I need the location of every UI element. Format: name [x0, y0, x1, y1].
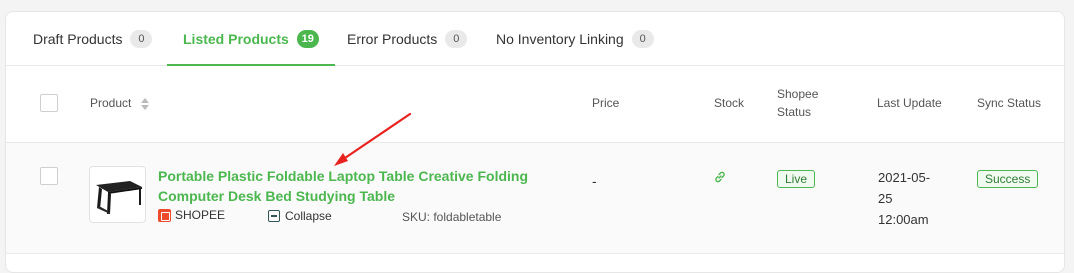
product-price: -	[592, 173, 597, 189]
collapse-label: Collapse	[285, 209, 332, 223]
tab-count-badge: 0	[130, 29, 153, 48]
product-sku: SKU: foldabletable	[402, 210, 502, 224]
tab-label: No Inventory Linking	[496, 30, 624, 47]
column-header-shopee-status: Shopee Status	[777, 85, 818, 121]
column-header-price: Price	[592, 96, 620, 110]
tab-label: Error Products	[347, 30, 438, 47]
minus-square-icon	[268, 210, 280, 222]
tab-no-inventory-linking[interactable]: No Inventory Linking 0	[496, 12, 654, 65]
column-header-label: Status	[777, 105, 812, 119]
tab-draft-products[interactable]: Draft Products 0	[33, 12, 153, 65]
column-header-stock: Stock	[714, 96, 745, 110]
column-header-product[interactable]: Product	[90, 94, 149, 112]
tab-count-badge: 0	[631, 29, 654, 48]
tab-label: Draft Products	[33, 30, 123, 47]
column-header-sync-status: Sync Status	[977, 96, 1042, 110]
tab-count-badge: 19	[296, 29, 319, 48]
sync-status-badge: Success	[977, 170, 1039, 188]
date-line: 2021-05-	[878, 170, 931, 185]
row-select-checkbox[interactable]	[40, 167, 58, 185]
column-header-label: Product	[90, 96, 132, 110]
table-header: Product Price Stock Shopee Status Last U…	[6, 66, 1064, 143]
product-tabs: Draft Products 0 Listed Products 19 Erro…	[6, 12, 1064, 66]
product-thumbnail[interactable]	[89, 166, 146, 223]
tab-label: Listed Products	[183, 30, 289, 47]
column-header-last-update: Last Update	[877, 96, 942, 110]
shop-name: SHOPEE	[175, 208, 226, 222]
tab-count-badge: 0	[445, 29, 468, 48]
tab-listed-products[interactable]: Listed Products 19	[167, 12, 335, 66]
collapse-button[interactable]: Collapse	[268, 209, 332, 223]
product-title-link[interactable]: Portable Plastic Foldable Laptop Table C…	[158, 166, 538, 206]
link-icon[interactable]	[713, 170, 727, 184]
shop-label: SHOPEE	[158, 208, 225, 222]
select-all-checkbox[interactable]	[40, 94, 58, 112]
table-row: Portable Plastic Foldable Laptop Table C…	[6, 143, 1064, 254]
sort-icon[interactable]	[140, 97, 149, 110]
shopee-icon	[158, 208, 171, 222]
date-line: 12:00am	[878, 212, 929, 227]
products-card: Draft Products 0 Listed Products 19 Erro…	[5, 11, 1065, 273]
column-header-label: Shopee	[777, 87, 819, 101]
laptop-table-image	[96, 181, 142, 214]
last-update-date: 2021-05- 25 12:00am	[878, 167, 948, 230]
tab-error-products[interactable]: Error Products 0	[347, 12, 468, 65]
date-line: 25	[878, 191, 893, 206]
shopee-status-badge: Live	[777, 170, 816, 188]
